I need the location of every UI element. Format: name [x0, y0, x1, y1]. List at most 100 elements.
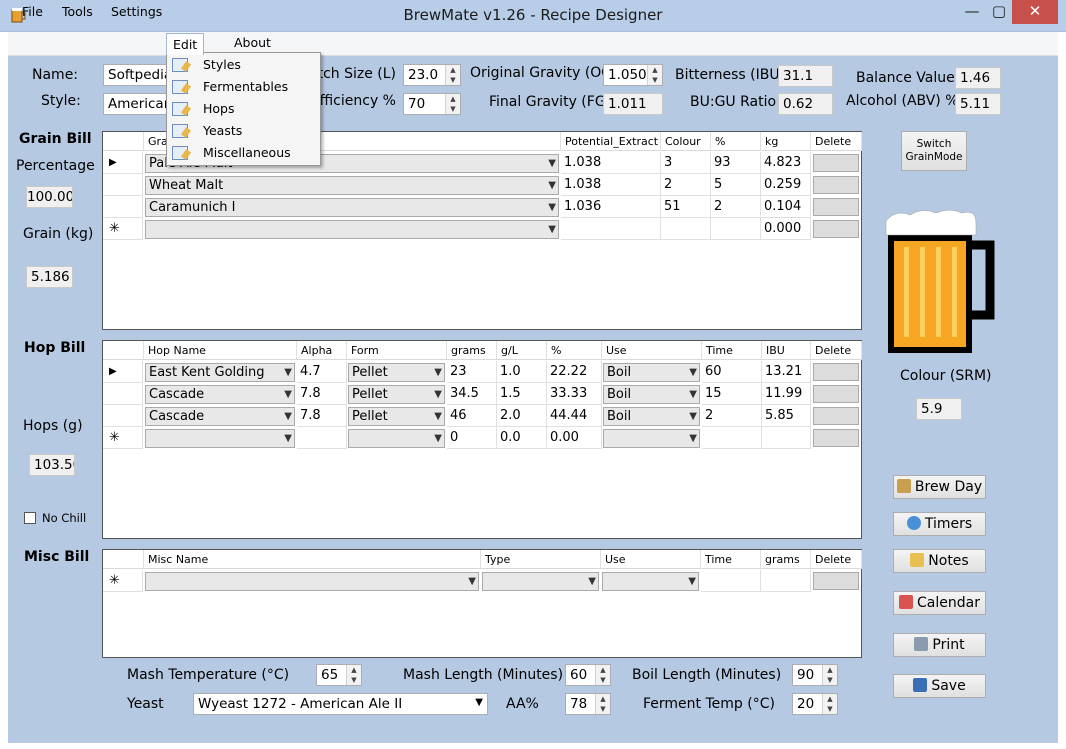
hop-alpha-cell[interactable]: 4.7	[297, 361, 347, 383]
og-input[interactable]: 1.050 ▲ ▼	[603, 64, 663, 86]
edit-menu-yeasts[interactable]: Yeasts	[167, 120, 320, 142]
calendar-button[interactable]: Calendar	[893, 591, 986, 615]
switch-grainmode-button[interactable]: Switch GrainMode	[901, 131, 967, 171]
grain-delete-button[interactable]	[813, 176, 859, 194]
grain-delete-button[interactable]	[813, 154, 859, 172]
misc-type-select[interactable]: ▼	[482, 572, 599, 591]
grain-kg-cell[interactable]: 0.104	[761, 196, 811, 218]
hop-name-select[interactable]: Cascade ▼	[145, 385, 295, 404]
grain-pct-cell[interactable]: 93	[711, 152, 761, 174]
notes-button[interactable]: Notes	[893, 549, 986, 573]
edit-icon	[172, 124, 188, 138]
hop-delete-button[interactable]	[813, 407, 859, 425]
hop-delete-button[interactable]	[813, 429, 859, 447]
edit-menu-miscellaneous[interactable]: Miscellaneous	[167, 142, 320, 164]
brew-day-button[interactable]: Brew Day	[893, 475, 986, 499]
print-button[interactable]: Print	[893, 633, 986, 657]
hop-name-select[interactable]: ▼	[145, 429, 295, 448]
grain-pe-cell[interactable]: 1.038	[561, 152, 661, 174]
hop-time-cell[interactable]: 15	[702, 383, 762, 405]
timers-button[interactable]: Timers	[893, 512, 986, 536]
grain-delete-button[interactable]	[813, 220, 859, 238]
hop-form-select[interactable]: ▼	[348, 429, 445, 448]
grain-pct-cell[interactable]: 5	[711, 174, 761, 196]
hop-gl-cell[interactable]: 2.0	[497, 405, 547, 427]
grain-pe-cell[interactable]: 1.036	[561, 196, 661, 218]
grain-colour-cell[interactable]: 3	[661, 152, 711, 174]
hop-use-select[interactable]: Boil ▼	[603, 385, 700, 404]
grain-name-select[interactable]: Wheat Malt ▼	[145, 176, 559, 195]
hop-gl-cell[interactable]: 0.0	[497, 427, 547, 449]
efficiency-input[interactable]: 70 ▲ ▼	[403, 93, 461, 115]
hop-form-select[interactable]: Pellet ▼	[348, 407, 445, 426]
menu-file[interactable]: File	[22, 4, 43, 19]
menu-settings[interactable]: Settings	[111, 4, 162, 19]
boil-length-input[interactable]: 90 ▲ ▼	[792, 664, 838, 686]
misc-use-select[interactable]: ▼	[602, 572, 699, 591]
hop-name-select[interactable]: East Kent Golding ▼	[145, 363, 295, 382]
grain-kg-cell[interactable]: 0.000	[761, 218, 811, 240]
hop-grams-cell[interactable]: 23	[447, 361, 497, 383]
hop-grams-cell[interactable]: 0	[447, 427, 497, 449]
hop-delete-button[interactable]	[813, 385, 859, 403]
grain-delete-button[interactable]	[813, 198, 859, 216]
hop-delete-button[interactable]	[813, 363, 859, 381]
menu-edit[interactable]: Edit	[166, 33, 205, 55]
edit-menu-fermentables[interactable]: Fermentables	[167, 76, 320, 98]
maximize-button[interactable]: ▢	[986, 0, 1012, 24]
menu-about[interactable]: About	[234, 35, 271, 50]
hop-grams-cell[interactable]: 46	[447, 405, 497, 427]
yeast-select[interactable]: Wyeast 1272 - American Ale II ▼	[193, 693, 488, 715]
grain-name-select[interactable]: ▼	[145, 220, 559, 239]
edit-menu-styles[interactable]: Styles	[167, 54, 320, 76]
hop-pct-cell[interactable]: 44.44	[547, 405, 602, 427]
mash-temp-input[interactable]: 65 ▲ ▼	[316, 664, 362, 686]
hop-use-select[interactable]: Boil ▼	[603, 363, 700, 382]
ferment-temp-input[interactable]: 20 ▲ ▼	[792, 693, 838, 715]
grain-name-select[interactable]: Caramunich I ▼	[145, 198, 559, 217]
hop-ibu-cell[interactable]: 13.21	[762, 361, 811, 383]
minimize-button[interactable]: —	[958, 0, 986, 24]
close-button[interactable]: ✕	[1012, 0, 1058, 24]
menu-tools[interactable]: Tools	[62, 4, 93, 19]
new-row-icon[interactable]: ✳	[103, 427, 143, 449]
hop-pct-cell[interactable]: 33.33	[547, 383, 602, 405]
hop-use-select[interactable]: Boil ▼	[603, 407, 700, 426]
hop-grid: Hop Name Alpha Form grams g/L % Use Time…	[102, 340, 862, 539]
grain-colour-cell[interactable]: 51	[661, 196, 711, 218]
hop-form-select[interactable]: Pellet ▼	[348, 385, 445, 404]
grain-colour-cell[interactable]: 2	[661, 174, 711, 196]
save-button[interactable]: Save	[893, 674, 986, 698]
hop-time-cell[interactable]: 60	[702, 361, 762, 383]
edit-menu-hops[interactable]: Hops	[167, 98, 320, 120]
og-label: Original Gravity (OG)	[470, 65, 618, 81]
hop-gl-cell[interactable]: 1.0	[497, 361, 547, 383]
hop-alpha-cell[interactable]: 7.8	[297, 383, 347, 405]
no-chill-checkbox[interactable]	[24, 512, 36, 524]
hop-name-select[interactable]: Cascade ▼	[145, 407, 295, 426]
hop-gl-cell[interactable]: 1.5	[497, 383, 547, 405]
hop-pct-cell[interactable]: 22.22	[547, 361, 602, 383]
hop-form-select[interactable]: Pellet ▼	[348, 363, 445, 382]
grain-pct-cell[interactable]: 2	[711, 196, 761, 218]
aa-input[interactable]: 78 ▲ ▼	[565, 693, 611, 715]
hop-pct-cell[interactable]: 0.00	[547, 427, 602, 449]
hop-ibu-cell[interactable]: 11.99	[762, 383, 811, 405]
hop-ibu-cell[interactable]: 5.85	[762, 405, 811, 427]
grain-kg-cell[interactable]: 4.823	[761, 152, 811, 174]
edit-icon	[172, 80, 188, 94]
hop-alpha-cell[interactable]: 7.8	[297, 405, 347, 427]
misc-delete-button[interactable]	[813, 572, 859, 590]
new-row-icon[interactable]: ✳	[103, 570, 143, 592]
misc-name-select[interactable]: ▼	[145, 572, 479, 591]
grain-kg-cell[interactable]: 0.259	[761, 174, 811, 196]
mash-length-input[interactable]: 60 ▲ ▼	[565, 664, 611, 686]
row-selector-icon[interactable]: ▶	[103, 152, 143, 174]
batch-size-input[interactable]: 23.0 ▲ ▼	[403, 64, 461, 86]
grain-pe-cell[interactable]: 1.038	[561, 174, 661, 196]
hop-use-select[interactable]: ▼	[603, 429, 700, 448]
new-row-icon[interactable]: ✳	[103, 218, 143, 240]
hop-time-cell[interactable]: 2	[702, 405, 762, 427]
hop-grams-cell[interactable]: 34.5	[447, 383, 497, 405]
row-selector-icon[interactable]: ▶	[103, 361, 143, 383]
